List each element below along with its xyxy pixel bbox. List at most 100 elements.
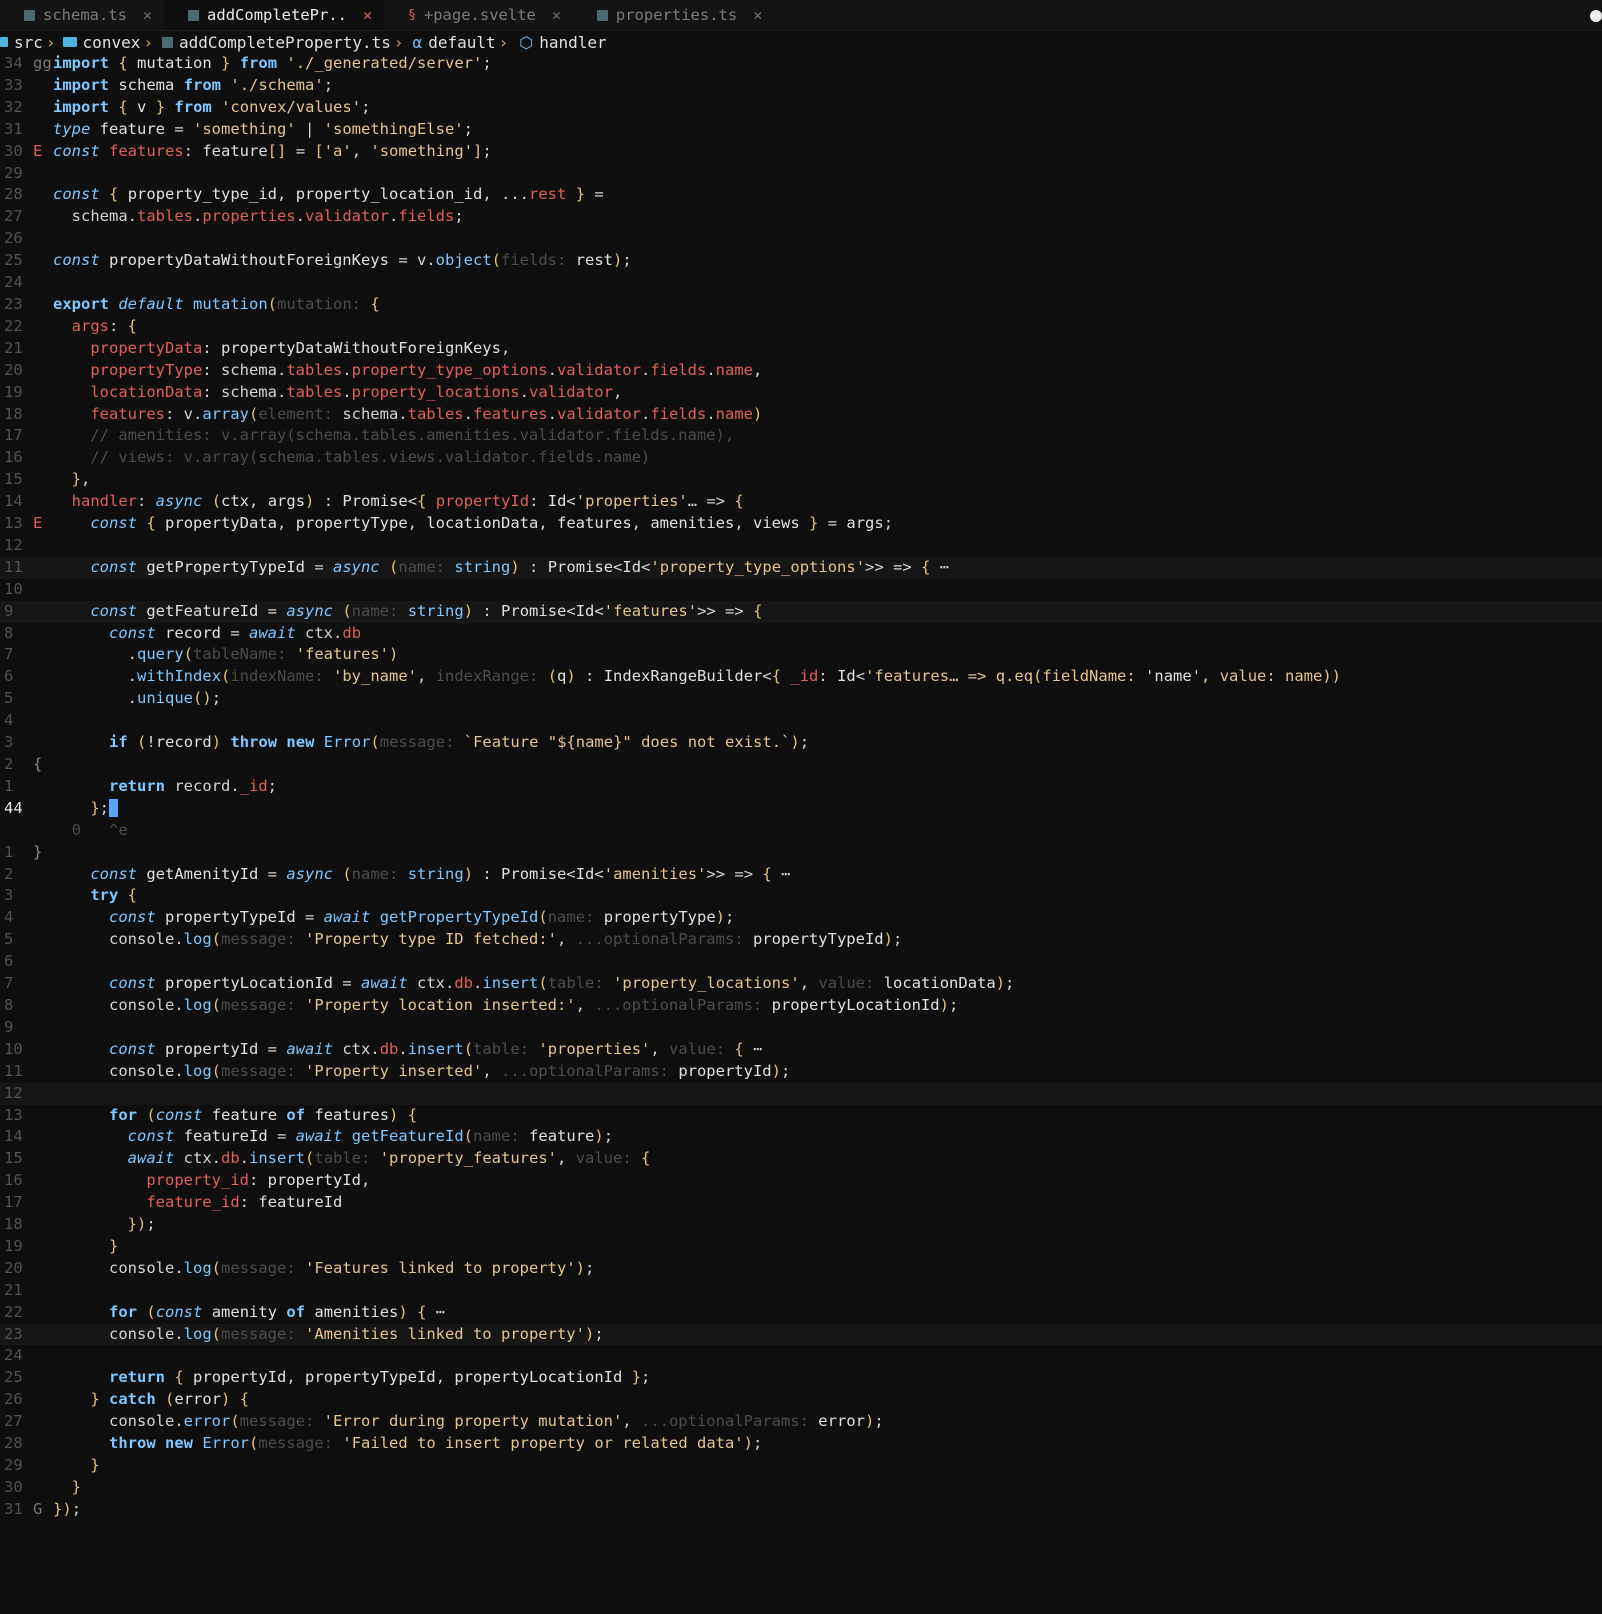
line-number: 15 <box>4 470 23 489</box>
code-line[interactable]: 34 ggimport { mutation } from './_generat… <box>0 53 1602 75</box>
code-text: console.log(message: 'Features linked to… <box>53 1258 595 1277</box>
code-line[interactable]: 9 const getFeatureId = async (name: stri… <box>0 600 1602 623</box>
code-line[interactable]: 20 console.log(message: 'Features linked… <box>0 1258 1602 1280</box>
code-line[interactable]: 12 <box>0 535 1602 557</box>
code-line[interactable]: 14 handler: async (ctx, args) : Promise<… <box>0 491 1602 513</box>
code-line[interactable]: 7 .query(tableName: 'features') <box>0 644 1602 666</box>
code-line[interactable]: 29 } <box>0 1455 1602 1477</box>
code-line[interactable]: 32 import { v } from 'convex/values'; <box>0 97 1602 119</box>
code-line[interactable]: 44 }; <box>0 798 1602 820</box>
svelte-icon: § <box>408 7 416 23</box>
code-line[interactable]: 14 const featureId = await getFeatureId(… <box>0 1126 1602 1148</box>
code-editor[interactable]: 34 ggimport { mutation } from './_generat… <box>0 53 1602 1521</box>
code-line[interactable]: 3 try { <box>0 885 1602 907</box>
code-line[interactable]: 24 <box>0 1345 1602 1367</box>
code-line[interactable]: 15 }, <box>0 469 1602 491</box>
close-icon[interactable]: ✕ <box>753 6 762 24</box>
code-line[interactable]: 19 locationData: schema.tables.property_… <box>0 382 1602 404</box>
code-line[interactable]: 23 export default mutation(mutation: { <box>0 294 1602 316</box>
code-line[interactable]: 31 type feature = 'something' | 'somethin… <box>0 119 1602 141</box>
code-line[interactable]: 11 const getPropertyTypeId = async (name… <box>0 556 1602 579</box>
code-line[interactable]: 21 propertyData: propertyDataWithoutFore… <box>0 338 1602 360</box>
tab-page-svelte[interactable]: § +page.svelte ✕ <box>384 0 573 30</box>
code-line[interactable]: 21 <box>0 1280 1602 1302</box>
code-line[interactable]: 22 args: { <box>0 316 1602 338</box>
code-line[interactable]: 24 <box>0 272 1602 294</box>
code-line[interactable]: 18 features: v.array(element: schema.tab… <box>0 404 1602 426</box>
code-line[interactable]: 13 for (const feature of features) { <box>0 1105 1602 1127</box>
code-line[interactable]: 33 import schema from './schema'; <box>0 75 1602 97</box>
tab-bar: schema.ts ✕ addCompletePr.. ✕ § +page.sv… <box>0 0 1602 31</box>
code-line[interactable]: 25 return { propertyId, propertyTypeId, … <box>0 1367 1602 1389</box>
code-line[interactable]: 20 propertyType: schema.tables.property_… <box>0 360 1602 382</box>
code-line[interactable]: 22 for (const amenity of amenities) { ⋯ <box>0 1302 1602 1324</box>
code-line[interactable]: 16 // views: v.array(schema.tables.views… <box>0 447 1602 469</box>
code-line[interactable]: 15 await ctx.db.insert(table: 'property_… <box>0 1148 1602 1170</box>
code-line[interactable]: 26 } catch (error) { <box>0 1389 1602 1411</box>
code-line[interactable]: 1 return record._id; <box>0 776 1602 798</box>
breadcrumb-symbol-default[interactable]: default <box>428 33 495 52</box>
code-line[interactable]: 28 const { property_type_id, property_loc… <box>0 184 1602 206</box>
tab-properties[interactable]: properties.ts ✕ <box>573 0 774 30</box>
code-line[interactable]: 0 ^e <box>0 820 1602 842</box>
line-number: 20 <box>4 1258 23 1277</box>
breadcrumb-src[interactable]: src <box>14 33 43 52</box>
code-line[interactable]: 27 console.error(message: 'Error during … <box>0 1411 1602 1433</box>
breadcrumb-file[interactable]: addCompleteProperty.ts <box>179 33 391 52</box>
code-line[interactable]: 18 }); <box>0 1214 1602 1236</box>
line-number: 19 <box>4 382 23 401</box>
code-line[interactable]: 23 console.log(message: 'Amenities linke… <box>0 1323 1602 1346</box>
code-line[interactable]: 3 if (!record) throw new Error(message: … <box>0 732 1602 754</box>
code-line[interactable]: 2 const getAmenityId = async (name: stri… <box>0 864 1602 886</box>
code-line[interactable]: 10 <box>0 579 1602 601</box>
line-number: 25 <box>4 251 23 270</box>
code-line[interactable]: 30 Econst features: feature[] = ['a', 'so… <box>0 141 1602 163</box>
code-text: import schema from './schema'; <box>53 75 334 94</box>
code-line[interactable]: 28 throw new Error(message: 'Failed to i… <box>0 1433 1602 1455</box>
code-line[interactable]: 5 console.log(message: 'Property type ID… <box>0 929 1602 951</box>
line-number: 23 <box>4 1324 23 1343</box>
code-line[interactable]: 9 <box>0 1017 1602 1039</box>
code-line[interactable]: 12 <box>0 1082 1602 1105</box>
code-line[interactable]: 7 const propertyLocationId = await ctx.d… <box>0 973 1602 995</box>
tab-label: addCompletePr.. <box>207 6 348 24</box>
code-line[interactable]: 6 <box>0 951 1602 973</box>
code-line[interactable]: 6 .withIndex(indexName: 'by_name', index… <box>0 666 1602 688</box>
tab-schema[interactable]: schema.ts ✕ <box>0 0 164 30</box>
code-line[interactable]: 1} <box>0 842 1602 864</box>
line-number: 11 <box>4 557 23 576</box>
code-line[interactable]: 8 console.log(message: 'Property locatio… <box>0 995 1602 1017</box>
chevron-right-icon: › <box>393 32 404 52</box>
breadcrumb-folder[interactable]: convex <box>83 33 141 52</box>
code-text: .query(tableName: 'features') <box>53 645 399 664</box>
code-line[interactable]: 26 <box>0 228 1602 250</box>
code-line[interactable]: 11 console.log(message: 'Property insert… <box>0 1061 1602 1083</box>
code-line[interactable]: 8 const record = await ctx.db <box>0 623 1602 645</box>
line-number: 34 <box>4 54 23 72</box>
code-line[interactable]: 25 const propertyDataWithoutForeignKeys =… <box>0 250 1602 272</box>
code-line[interactable]: 29 <box>0 163 1602 185</box>
code-line[interactable]: 2{ <box>0 754 1602 776</box>
code-line[interactable]: 5 .unique(); <box>0 688 1602 710</box>
code-line[interactable]: 30 } <box>0 1477 1602 1499</box>
code-line[interactable]: 13 E const { propertyData, propertyType, … <box>0 513 1602 535</box>
code-text: property_id: propertyId, <box>146 1171 371 1190</box>
close-icon[interactable]: ✕ <box>143 6 152 24</box>
code-line[interactable]: 4 const propertyTypeId = await getProper… <box>0 907 1602 929</box>
code-line[interactable]: 17 // amenities: v.array(schema.tables.a… <box>0 425 1602 447</box>
close-icon[interactable]: ✕ <box>363 6 372 24</box>
modified-indicator-icon <box>1590 10 1602 22</box>
code-text: const getPropertyTypeId = async (name: s… <box>90 557 950 576</box>
code-line[interactable]: 19 } <box>0 1236 1602 1258</box>
close-icon[interactable]: ✕ <box>552 6 561 24</box>
code-line[interactable]: 16 property_id: propertyId, <box>0 1170 1602 1192</box>
code-line[interactable]: 17 feature_id: featureId <box>0 1192 1602 1214</box>
line-number: 13 <box>4 514 23 533</box>
code-line[interactable]: 4 <box>0 710 1602 732</box>
line-number: 17 <box>4 426 23 445</box>
breadcrumb-symbol-handler[interactable]: handler <box>539 33 606 52</box>
tab-addcompleteproperty[interactable]: addCompletePr.. ✕ <box>164 0 385 30</box>
code-line[interactable]: 31 G}); <box>0 1499 1602 1521</box>
code-line[interactable]: 10 const propertyId = await ctx.db.inser… <box>0 1039 1602 1061</box>
code-line[interactable]: 27 schema.tables.properties.validator.fi… <box>0 206 1602 228</box>
